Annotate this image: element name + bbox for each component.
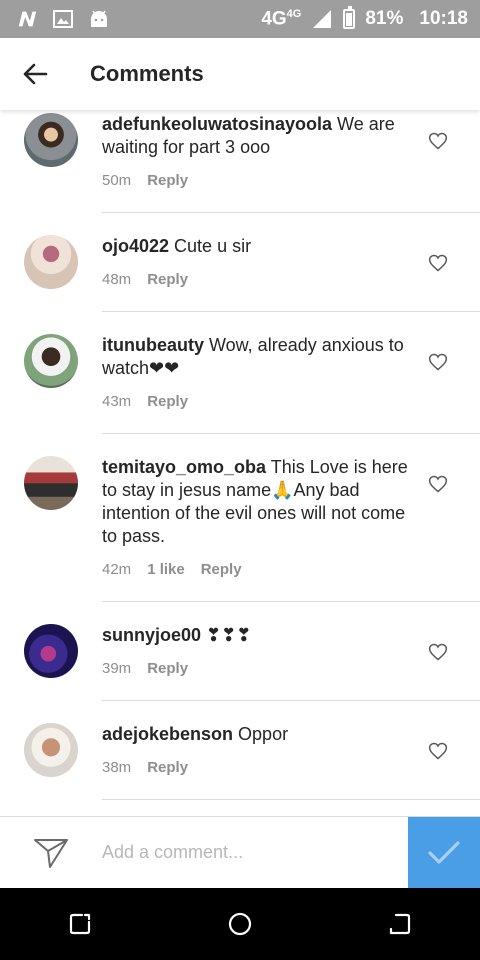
reply-button[interactable]: Reply <box>201 558 242 581</box>
network-label: 4G4G <box>261 7 302 30</box>
reply-button[interactable]: Reply <box>147 756 188 779</box>
comment-meta: 43m Reply <box>102 390 408 433</box>
comment-time: 42m <box>102 561 132 578</box>
avatar[interactable] <box>24 624 78 678</box>
comment-time: 48m <box>102 271 132 288</box>
heart-icon[interactable] <box>428 131 448 151</box>
system-back-button[interactable] <box>370 894 430 954</box>
status-bar: 4G4G 81% 10:18 <box>0 0 480 38</box>
comment-meta: 48m Reply <box>102 268 408 311</box>
comment-meta: 42m 1 like Reply <box>102 558 408 601</box>
comment-text-block: temitayo_omo_oba This Love is here to st… <box>102 456 408 548</box>
comment-composer <box>0 816 480 889</box>
reply-button[interactable]: Reply <box>147 657 188 680</box>
heart-icon[interactable] <box>428 474 448 494</box>
android-icon <box>88 8 110 30</box>
comment-item: temitayo_omo_oba This Love is here to st… <box>0 434 480 601</box>
checkmark-icon <box>428 840 460 864</box>
avatar[interactable] <box>24 334 78 388</box>
comment-input[interactable] <box>102 816 408 889</box>
paper-plane-icon <box>34 838 68 868</box>
comment-text-block: ojo4022 Cute u sir <box>102 235 408 258</box>
comment-username[interactable]: temitayo_omo_oba <box>102 457 266 477</box>
comment-meta: 38m Reply <box>102 756 408 799</box>
avatar[interactable] <box>24 113 78 167</box>
comment-item: adejokebenson Oppor 38m Reply <box>0 701 480 799</box>
comment-time: 43m <box>102 393 132 410</box>
reply-button[interactable]: Reply <box>147 268 188 291</box>
comment-meta: 39m Reply <box>102 657 408 700</box>
reply-button[interactable]: Reply <box>147 169 188 192</box>
comment-text-block: itunubeauty Wow, already anxious to watc… <box>102 334 408 380</box>
avatar[interactable] <box>24 235 78 289</box>
heart-icon[interactable] <box>428 741 448 761</box>
comment-meta: 50m Reply <box>102 169 408 212</box>
avatar[interactable] <box>24 456 78 510</box>
comment-text-block: adejokebenson Oppor <box>102 723 408 746</box>
comment-item: itunubeauty Wow, already anxious to watc… <box>0 312 480 433</box>
comment-text: Oppor <box>233 724 289 744</box>
avatar[interactable] <box>24 723 78 777</box>
comment-username[interactable]: ojo4022 <box>102 236 169 256</box>
battery-percent: 81% <box>365 7 404 29</box>
comment-item: sunnyjoe00 ❣❣❣ 39m Reply <box>0 602 480 700</box>
clock: 10:18 <box>419 7 468 29</box>
comment-time: 38m <box>102 759 132 776</box>
n-logo-icon <box>16 8 38 30</box>
home-icon <box>228 912 252 936</box>
likes-count[interactable]: 1 like <box>147 558 185 581</box>
recent-apps-icon <box>69 913 91 935</box>
home-button[interactable] <box>210 894 270 954</box>
reply-button[interactable]: Reply <box>147 390 188 413</box>
comment-username[interactable]: itunubeauty <box>102 335 204 355</box>
page-title: Comments <box>90 61 204 86</box>
recent-apps-button[interactable] <box>50 894 110 954</box>
signal-icon <box>311 8 333 30</box>
comment-time: 50m <box>102 172 132 189</box>
comment-time: 39m <box>102 660 132 677</box>
comment-item: adefunkeoluwatosinayoola We are waiting … <box>0 110 480 212</box>
battery-icon <box>343 5 356 29</box>
comment-text: ❣❣❣ <box>201 625 252 645</box>
navigation-bar <box>0 888 480 960</box>
heart-icon[interactable] <box>428 352 448 372</box>
comment-list[interactable]: adefunkeoluwatosinayoola We are waiting … <box>0 110 480 816</box>
arrow-left-icon <box>23 63 48 85</box>
heart-icon[interactable] <box>428 253 448 273</box>
app-bar: Comments <box>0 38 480 110</box>
back-icon <box>389 913 411 935</box>
heart-icon[interactable] <box>428 642 448 662</box>
back-button[interactable] <box>0 38 70 110</box>
post-button[interactable] <box>408 816 480 889</box>
comment-username[interactable]: adefunkeoluwatosinayoola <box>102 114 332 134</box>
image-icon <box>52 8 74 30</box>
comment-item: ojo4022 Cute u sir 48m Reply <box>0 213 480 311</box>
direct-share-button[interactable] <box>0 817 102 889</box>
comment-text-block: adefunkeoluwatosinayoola We are waiting … <box>102 113 408 159</box>
comment-text: Cute u sir <box>169 236 252 256</box>
comment-username[interactable]: adejokebenson <box>102 724 233 744</box>
comment-text-block: sunnyjoe00 ❣❣❣ <box>102 624 408 647</box>
divider <box>102 799 480 800</box>
comment-username[interactable]: sunnyjoe00 <box>102 625 201 645</box>
